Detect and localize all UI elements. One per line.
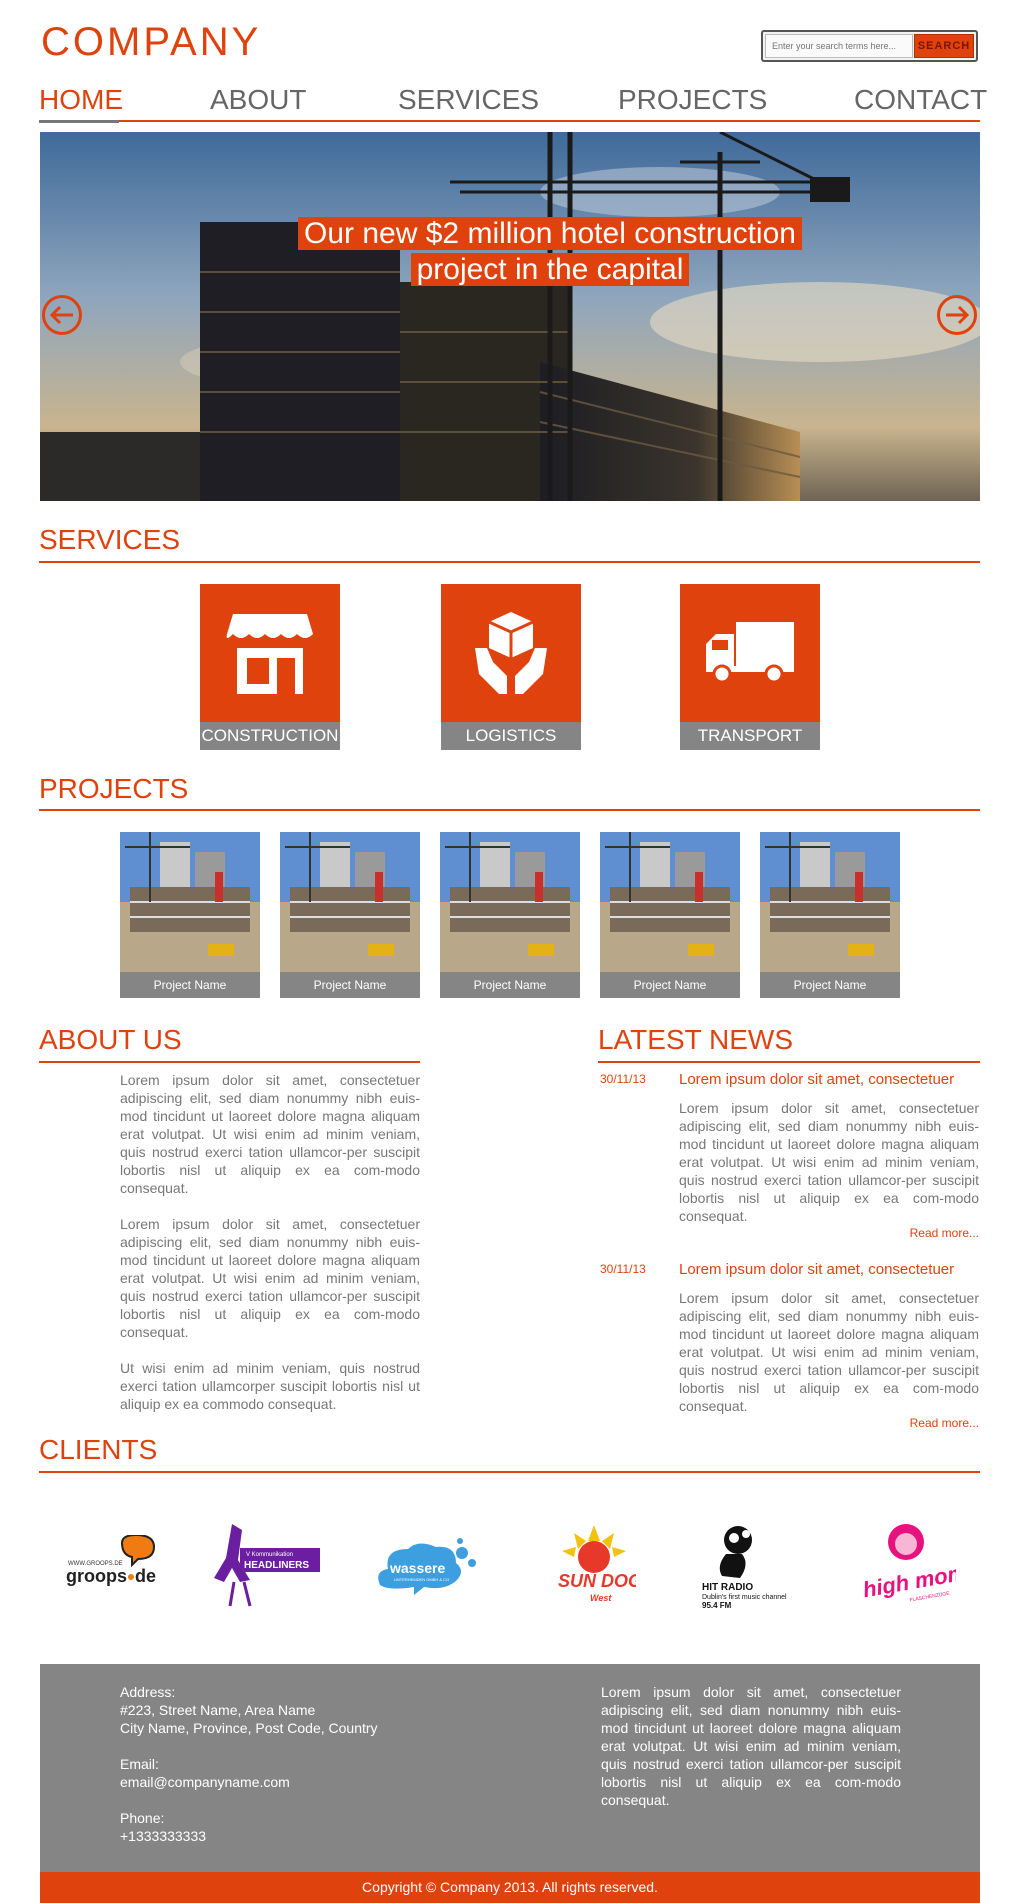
project-name: Project Name	[280, 972, 420, 998]
project-name: Project Name	[440, 972, 580, 998]
nav-contact[interactable]: CONTACT	[854, 84, 987, 116]
footer-address-label: Address:	[120, 1684, 176, 1700]
nav-active-indicator	[39, 120, 119, 123]
nav-projects[interactable]: PROJECTS	[618, 84, 767, 116]
about-divider	[39, 1061, 420, 1063]
clients-divider	[39, 1471, 980, 1473]
about-paragraph: Lorem ipsum dolor sit amet, consectetuer…	[120, 1072, 420, 1196]
project-thumbnail	[600, 832, 740, 972]
svg-text:V Kommunikation: V Kommunikation	[246, 1552, 293, 1558]
footer-phone-label: Phone:	[120, 1810, 165, 1826]
clients-heading: CLIENTS	[39, 1434, 158, 1465]
projects-divider	[39, 809, 980, 811]
footer-phone: +1333333333	[120, 1828, 207, 1844]
hero-next-button[interactable]	[937, 295, 977, 335]
nav-home[interactable]: HOME	[39, 84, 123, 116]
about-paragraph: Ut wisi enim ad minim veniam, quis nostr…	[120, 1360, 420, 1412]
hero-image	[40, 132, 980, 501]
service-construction-label: CONSTRUCTION	[200, 722, 340, 750]
svg-text:wassere: wassere	[389, 1560, 445, 1576]
svg-text:de: de	[135, 1566, 156, 1586]
news-headline[interactable]: Lorem ipsum dolor sit amet, consectetuer	[679, 1261, 954, 1278]
project-card[interactable]: Project Name	[760, 832, 900, 998]
package-hands-icon	[441, 584, 581, 722]
news-heading: LATEST NEWS	[598, 1024, 794, 1055]
project-card[interactable]: Project Name	[280, 832, 420, 998]
about-heading: ABOUT US	[39, 1024, 182, 1055]
service-construction[interactable]: CONSTRUCTION	[200, 584, 340, 750]
arrow-right-icon	[946, 305, 970, 325]
wassere-logo[interactable]: wassere UNTERHEMDEN GMBH & CO	[374, 1520, 478, 1610]
project-name: Project Name	[600, 972, 740, 998]
service-transport-label: TRANSPORT	[680, 722, 820, 750]
footer-email-label: Email:	[120, 1756, 159, 1772]
svg-text:groops: groops	[66, 1566, 127, 1586]
service-logistics[interactable]: LOGISTICS	[441, 584, 581, 750]
headliners-logo[interactable]: V Kommunikation HEADLINERS	[210, 1520, 320, 1610]
read-more-link[interactable]: Read more...	[779, 1226, 979, 1240]
project-thumbnail	[120, 832, 260, 972]
read-more-link[interactable]: Read more...	[779, 1416, 979, 1430]
project-thumbnail	[280, 832, 420, 972]
news-headline[interactable]: Lorem ipsum dolor sit amet, consectetuer	[679, 1071, 954, 1088]
main-nav: HOME ABOUT SERVICES PROJECTS CONTACT	[39, 84, 987, 124]
project-card[interactable]: Project Name	[120, 832, 260, 998]
services-heading: SERVICES	[39, 524, 181, 555]
svg-text:SUN DOG: SUN DOG	[558, 1571, 636, 1591]
svg-text:Dublin's first music channel: Dublin's first music channel	[702, 1594, 787, 1601]
footer-email-link[interactable]: email@companyname.com	[120, 1773, 290, 1791]
hero-caption: Our new $2 million hotel construction pr…	[280, 216, 820, 288]
project-thumbnail	[440, 832, 580, 972]
arrow-left-icon	[49, 305, 73, 325]
services-divider	[39, 561, 980, 563]
groops-logo[interactable]: WWW.GROOPS.DE groops de	[60, 1520, 160, 1610]
search-button[interactable]: SEARCH	[914, 34, 974, 58]
service-logistics-label: LOGISTICS	[441, 722, 581, 750]
nav-divider	[39, 120, 980, 122]
copyright-bar: Copyright © Company 2013. All rights res…	[40, 1872, 980, 1903]
footer-blurb: Lorem ipsum dolor sit amet, consectetuer…	[601, 1684, 901, 1808]
hit-radio-logo[interactable]: HIT RADIO Dublin's first music channel 9…	[700, 1520, 810, 1610]
about-paragraph: Lorem ipsum dolor sit amet, consectetuer…	[120, 1216, 420, 1340]
news-date: 30/11/13	[600, 1262, 646, 1276]
svg-text:HIT RADIO: HIT RADIO	[702, 1582, 753, 1593]
search-input[interactable]	[765, 34, 913, 58]
hero-slider: Our new $2 million hotel construction pr…	[40, 132, 980, 501]
footer-address-line1: #223, Street Name, Area Name	[120, 1702, 316, 1718]
sundog-logo[interactable]: SUN DOG West	[552, 1520, 636, 1610]
footer: Address: #223, Street Name, Area Name Ci…	[40, 1664, 980, 1872]
hero-prev-button[interactable]	[42, 295, 82, 335]
search-form: SEARCH	[761, 30, 978, 62]
storefront-icon	[200, 584, 340, 722]
project-name: Project Name	[120, 972, 260, 998]
truck-icon	[680, 584, 820, 722]
svg-text:95.4 FM: 95.4 FM	[702, 1601, 732, 1610]
nav-services[interactable]: SERVICES	[398, 84, 539, 116]
project-card[interactable]: Project Name	[600, 832, 740, 998]
svg-text:HEADLINERS: HEADLINERS	[244, 1560, 309, 1571]
high-mom-logo[interactable]: high mom! FLASCHENZÜGE	[856, 1520, 956, 1610]
news-divider	[598, 1061, 980, 1063]
projects-heading: PROJECTS	[39, 773, 189, 804]
hero-caption-line1: Our new $2 million hotel construction	[298, 217, 802, 250]
nav-about[interactable]: ABOUT	[210, 84, 306, 116]
project-name: Project Name	[760, 972, 900, 998]
project-thumbnail	[760, 832, 900, 972]
footer-address-line2: City Name, Province, Post Code, Country	[120, 1720, 378, 1736]
service-transport[interactable]: TRANSPORT	[680, 584, 820, 750]
news-body: Lorem ipsum dolor sit amet, consectetuer…	[679, 1100, 979, 1224]
news-date: 30/11/13	[600, 1072, 646, 1086]
svg-text:West: West	[590, 1593, 612, 1603]
svg-text:UNTERHEMDEN GMBH & CO: UNTERHEMDEN GMBH & CO	[394, 1577, 449, 1582]
news-body: Lorem ipsum dolor sit amet, consectetuer…	[679, 1290, 979, 1414]
company-logo[interactable]: COMPANY	[41, 20, 261, 65]
project-card[interactable]: Project Name	[440, 832, 580, 998]
hero-caption-line2: project in the capital	[410, 253, 690, 286]
